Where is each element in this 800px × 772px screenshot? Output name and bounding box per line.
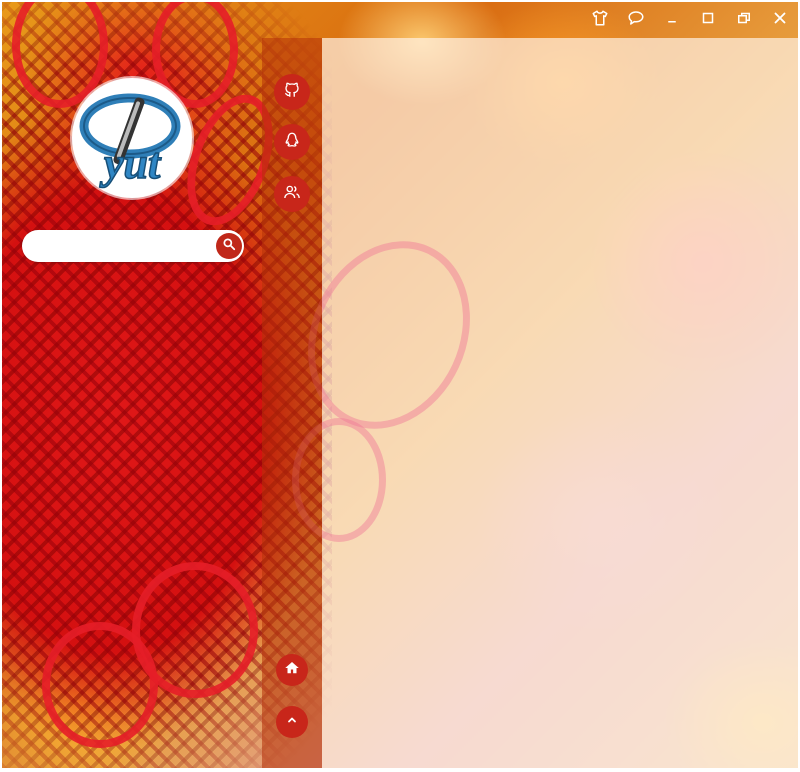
github-button[interactable] (274, 74, 310, 110)
app-window: yut (2, 2, 798, 768)
knot-loop (42, 622, 158, 748)
search-box (22, 230, 244, 262)
search-input[interactable] (34, 234, 218, 260)
chevron-up-icon (283, 711, 301, 734)
feedback-button[interactable] (618, 2, 654, 38)
close-button[interactable] (762, 2, 798, 38)
maximize-icon (699, 9, 717, 32)
search-icon (222, 237, 236, 256)
chat-bubble-icon (627, 9, 645, 32)
search-button[interactable] (216, 233, 242, 259)
restore-icon (735, 9, 753, 32)
sidebar (262, 38, 322, 768)
qq-button[interactable] (274, 124, 310, 160)
content-panel (278, 38, 798, 768)
users-button[interactable] (274, 176, 310, 212)
yut-logo: yut (79, 93, 181, 189)
avatar[interactable]: yut (72, 78, 192, 198)
home-icon (283, 659, 301, 682)
qq-penguin-icon (283, 131, 301, 154)
minimize-button[interactable] (654, 2, 690, 38)
restore-button[interactable] (726, 2, 762, 38)
logo-text: yut (99, 139, 162, 188)
users-icon (283, 183, 301, 206)
github-icon (283, 81, 301, 104)
skin-button[interactable] (582, 2, 618, 38)
scroll-to-top-button[interactable] (276, 706, 308, 738)
minimize-icon (663, 9, 681, 32)
maximize-button[interactable] (690, 2, 726, 38)
tshirt-icon (591, 9, 609, 32)
titlebar (582, 2, 798, 38)
close-icon (771, 9, 789, 32)
home-button[interactable] (276, 654, 308, 686)
